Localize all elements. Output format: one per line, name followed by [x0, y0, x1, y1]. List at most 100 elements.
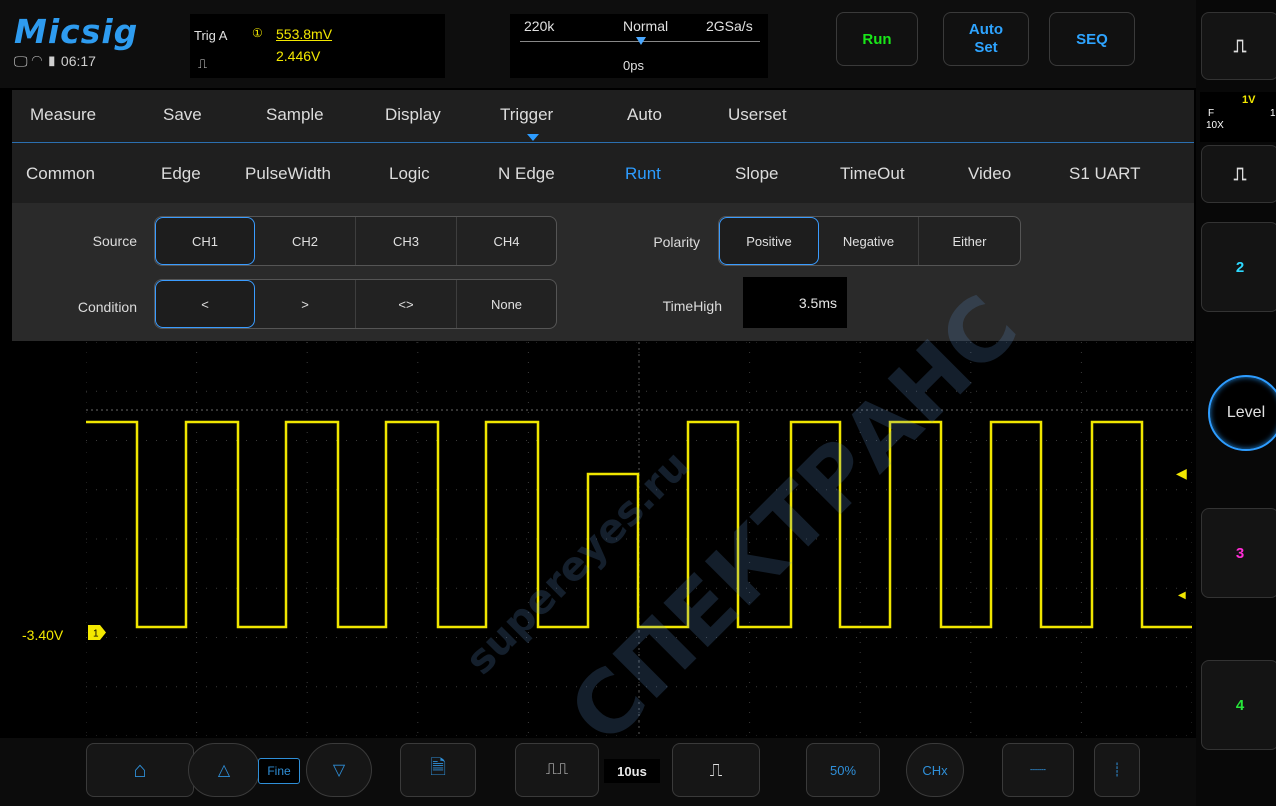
pulse-icon: ⎍ — [1233, 35, 1247, 56]
trigger-type-menu: Common Edge PulseWidth Logic N Edge Runt… — [12, 143, 1194, 203]
save-icon: 🗎 — [429, 757, 447, 779]
monitor-icon: 🖵 — [14, 53, 28, 69]
channel-3-label: 3 — [1235, 544, 1245, 562]
menu-sample[interactable]: Sample — [266, 105, 324, 125]
trigger-type-timeout[interactable]: TimeOut — [840, 164, 905, 184]
save-file-button[interactable]: 🗎 — [400, 743, 476, 797]
scale-down-button[interactable]: ▽ — [306, 743, 372, 797]
run-button[interactable]: Run — [836, 12, 918, 66]
menu-save[interactable]: Save — [163, 105, 202, 125]
channel-3-button[interactable]: 3 — [1201, 508, 1276, 598]
trigger-mode: Normal — [623, 18, 669, 34]
main-menu-bar: Measure Save Sample Display Trigger Auto… — [12, 90, 1194, 142]
channel-2-label: 2 — [1235, 258, 1245, 276]
polarity-positive-option[interactable]: Positive — [719, 217, 819, 265]
triangle-up-icon: △ — [217, 762, 231, 779]
polarity-either-option[interactable]: Either — [919, 217, 1020, 265]
timehigh-input[interactable]: 3.5ms — [743, 277, 847, 328]
chx-button[interactable]: CHx — [906, 743, 964, 797]
scale-up-button[interactable]: △ — [188, 743, 260, 797]
trigger-type-edge[interactable]: Edge — [161, 164, 201, 184]
trigger-type-n-edge[interactable]: N Edge — [498, 164, 555, 184]
status-line: 🖵 ◠ ▮ 06:17 — [14, 53, 96, 70]
auto-set-label-1: Auto — [968, 21, 1004, 38]
pulse-train-icon: ⎍⎍ — [545, 761, 569, 778]
horizontal-position: 0ps — [623, 58, 644, 73]
polarity-negative-option[interactable]: Negative — [819, 217, 919, 265]
condition-greater-than-option[interactable]: > — [255, 280, 356, 328]
ch1-coupling: F — [1208, 108, 1215, 119]
menu-measure[interactable]: Measure — [30, 105, 96, 125]
timebase-increase-button[interactable]: ⎍ — [672, 743, 760, 797]
trigger-level-value: 553.8mV — [276, 26, 333, 42]
trigger-type-pulsewidth[interactable]: PulseWidth — [245, 164, 331, 184]
trigger-type-common[interactable]: Common — [26, 164, 95, 184]
trigger-sublevel-arrow-icon[interactable]: ◀ — [1178, 590, 1186, 601]
trigger-type-runt[interactable]: Runt — [625, 164, 661, 184]
ch1-info-box[interactable]: 1V F 10X 1I — [1200, 92, 1276, 142]
micsig-logo: Micsig — [14, 12, 139, 51]
menu-display[interactable]: Display — [385, 105, 441, 125]
polarity-selector: Positive Negative Either — [718, 216, 1021, 266]
condition-none-option[interactable]: None — [457, 280, 556, 328]
horizontal-cursor-button[interactable]: ┈┈ — [1002, 743, 1074, 797]
time-position-marker-icon — [636, 37, 646, 45]
trigger-type-s1-uart[interactable]: S1 UART — [1069, 164, 1141, 184]
pulse-icon: ⎍ — [1233, 163, 1247, 184]
home-button[interactable]: ⌂ — [86, 743, 194, 797]
source-ch4-option[interactable]: CH4 — [457, 217, 556, 265]
channel-4-button[interactable]: 4 — [1201, 660, 1276, 750]
home-icon: ⌂ — [133, 757, 147, 782]
auto-set-button[interactable]: Auto Set — [943, 12, 1029, 66]
trigger-label: Trig A — [194, 28, 228, 43]
source-ch3-option[interactable]: CH3 — [356, 217, 457, 265]
seq-button[interactable]: SEQ — [1049, 12, 1135, 66]
vertical-cursor-button[interactable]: ┊ — [1094, 743, 1140, 797]
channel-2-button[interactable]: 2 — [1201, 222, 1276, 312]
channel-4-label: 4 — [1235, 696, 1245, 714]
source-label: Source — [92, 233, 137, 249]
condition-selector: < > <> None — [154, 279, 557, 329]
active-menu-indicator-icon — [527, 134, 539, 141]
wifi-icon: ◠ — [31, 53, 43, 69]
condition-range-option[interactable]: <> — [356, 280, 457, 328]
sample-rate: 2GSa/s — [706, 18, 753, 34]
source-ch1-option[interactable]: CH1 — [155, 217, 255, 265]
ch1-probe: 10X — [1206, 120, 1224, 131]
trigger-sub-value: 2.446V — [276, 48, 321, 64]
trigger-type-video[interactable]: Video — [968, 164, 1011, 184]
ch1-marker-label: 1 — [93, 629, 99, 640]
trigger-level-arrow-icon[interactable]: ◀ — [1176, 465, 1187, 482]
trigger-channel-badge: ① — [252, 26, 263, 40]
source-ch2-option[interactable]: CH2 — [255, 217, 356, 265]
condition-less-than-option[interactable]: < — [155, 280, 255, 328]
fifty-percent-button[interactable]: 50% — [806, 743, 880, 797]
fine-toggle[interactable]: Fine — [258, 758, 300, 784]
auto-set-label-2: Set — [974, 39, 998, 56]
right-channel-panel: ⎍ 1V F 10X 1I ⎍ 2 Level 3 4 — [1196, 0, 1276, 806]
source-selector: CH1 CH2 CH3 CH4 — [154, 216, 557, 266]
top-status-bar: Micsig 🖵 ◠ ▮ 06:17 Trig A ① 553.8mV ⎍ 2.… — [0, 0, 1196, 88]
horizontal-cursor-icon: ┈┈ — [1030, 762, 1046, 777]
menu-trigger[interactable]: Trigger — [500, 105, 553, 125]
pulse-icon: ⎍ — [198, 56, 208, 71]
trigger-type-slope[interactable]: Slope — [735, 164, 778, 184]
triangle-down-icon: ▽ — [332, 762, 346, 779]
trigger-type-logic[interactable]: Logic — [389, 164, 430, 184]
timebase-decrease-button[interactable]: ⎍⎍ — [515, 743, 599, 797]
timebase-value[interactable]: 10us — [604, 759, 660, 783]
battery-icon: ▮ — [46, 53, 58, 69]
single-pulse-icon: ⎍ — [709, 759, 723, 780]
runt-trigger-settings: Source CH1 CH2 CH3 CH4 Polarity Positive… — [12, 203, 1194, 341]
ch1-ground-marker-icon[interactable]: 1 — [88, 625, 106, 640]
menu-auto[interactable]: Auto — [627, 105, 662, 125]
level-knob[interactable]: Level — [1208, 375, 1276, 451]
memory-depth: 220k — [524, 18, 555, 34]
clock-time: 06:17 — [60, 53, 96, 69]
menu-userset[interactable]: Userset — [728, 105, 787, 125]
trigger-info-box[interactable]: Trig A ① 553.8mV ⎍ 2.446V — [190, 14, 445, 78]
ch1-trigger-pulse-button[interactable]: ⎍ — [1201, 12, 1276, 80]
vertical-cursor-icon: ┊ — [1113, 762, 1121, 777]
ch1-pulse-button[interactable]: ⎍ — [1201, 145, 1276, 203]
acquisition-info-box[interactable]: 220k Normal 2GSa/s 0ps — [510, 14, 768, 78]
